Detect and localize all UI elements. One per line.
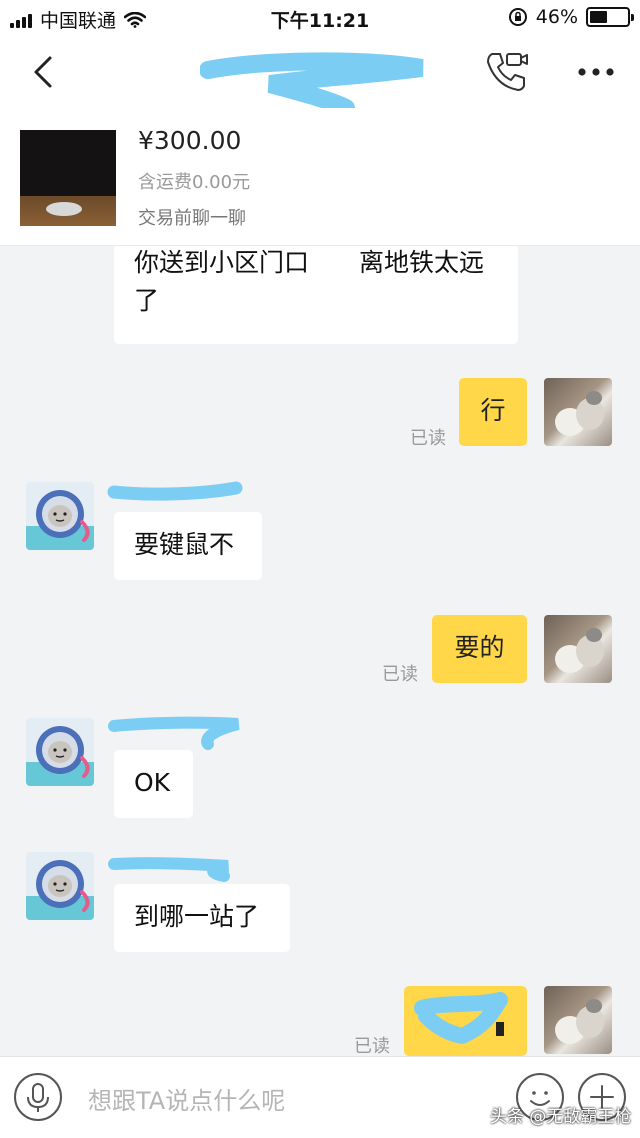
battery-level [590,11,607,23]
message-incoming[interactable]: 你送到小区门口 离地铁太远了 [114,246,518,344]
message-incoming[interactable]: 要键鼠不 [114,512,262,580]
product-price: ¥300.00 [138,126,242,155]
contact-avatar[interactable] [26,718,94,786]
redacted-message-text [414,992,508,1044]
battery-percent: 46% [535,6,578,28]
message-text: 你送到小区门口 离地铁太远了 [134,248,485,315]
thumbnail-monitor-stand [46,202,82,216]
read-receipt: 已读 [382,664,418,685]
more-dots-icon[interactable] [574,58,618,86]
status-bar: 中国联通 下午11:21 46% [0,0,640,36]
chevron-left-icon[interactable] [26,52,66,92]
watermark: 头条 @无敌霸王枪 [490,1107,632,1127]
message-text: OK [134,768,171,797]
message-text: 到哪一站了 [134,902,260,931]
battery-icon [586,7,634,27]
read-receipt: 已读 [354,1036,390,1056]
product-thumbnail[interactable] [20,130,116,226]
message-text: 行 [480,396,506,425]
status-right: 46% [508,6,634,28]
message-input[interactable]: 想跟TA说点什么呢 [88,1081,285,1116]
contact-avatar[interactable] [26,482,94,550]
shipping-fee: 含运费0.00元 [138,172,251,193]
cat-photo-icon [555,999,604,1044]
my-avatar[interactable] [544,615,612,683]
microphone-glyph [27,1083,49,1112]
cat-photo-icon [555,628,604,673]
my-avatar[interactable] [544,378,612,446]
message-text: 要的 [454,633,505,662]
redacted-sender-name [108,716,240,750]
message-outgoing[interactable]: 行 [459,378,527,446]
redacted-sender-name [108,857,230,882]
phone-video-icon[interactable] [484,50,530,94]
astronaut-cat-avatar-icon [26,482,94,550]
contact-avatar[interactable] [26,852,94,920]
astronaut-cat-avatar-icon [26,718,94,786]
message-outgoing[interactable] [404,986,527,1056]
orientation-lock-icon [508,8,527,26]
microphone-icon[interactable] [14,1073,62,1121]
nav-bar [0,36,640,117]
message-text: 要键鼠不 [134,530,235,559]
redacted-sender-name [107,481,243,501]
my-avatar[interactable] [544,986,612,1054]
message-incoming[interactable]: 到哪一站了 [114,884,290,952]
read-receipt: 已读 [410,428,446,449]
message-outgoing[interactable]: 要的 [432,615,527,683]
message-incoming[interactable]: OK [114,750,193,818]
astronaut-cat-avatar-icon [26,852,94,920]
cat-photo-icon [555,391,604,436]
product-card[interactable]: ¥300.00 含运费0.00元 交易前聊一聊 [0,108,640,246]
chat-messages[interactable]: 你送到小区门口 离地铁太远了 已读 行 要键鼠不 已读 要的 OK 到哪一站了 … [0,246,640,1056]
pre-trade-chat-label: 交易前聊一聊 [138,208,246,229]
